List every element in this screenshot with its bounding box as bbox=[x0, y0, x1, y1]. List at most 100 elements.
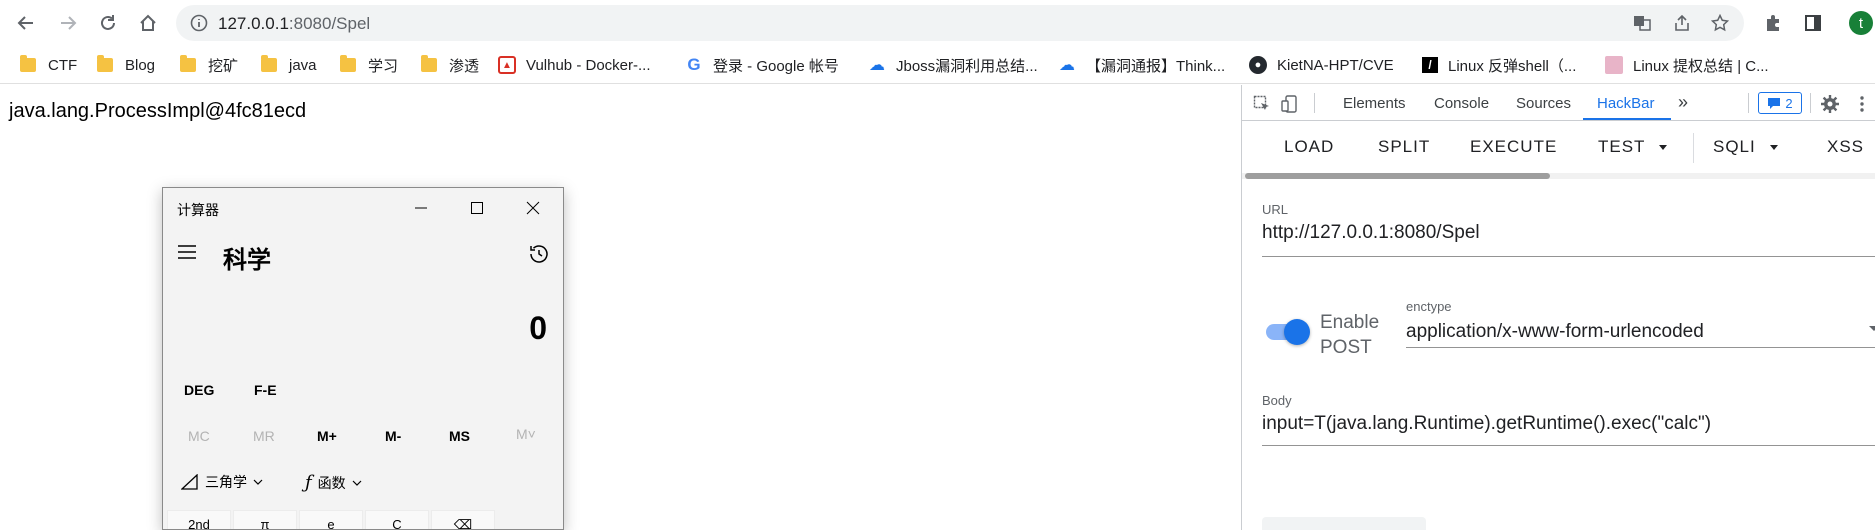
bookmark-label: 学习 bbox=[368, 57, 399, 75]
bookmark-vulhub[interactable]: ▲ Vulhub - Docker-... bbox=[498, 54, 651, 76]
bookmark-java[interactable]: java bbox=[261, 54, 317, 76]
home-icon bbox=[140, 14, 156, 31]
devtools-panel: Elements Console Sources HackBar » 2 LOA… bbox=[1241, 85, 1875, 530]
horizontal-scrollbar[interactable] bbox=[1242, 173, 1875, 179]
address-url[interactable]: 127.0.0.1:8080/Spel bbox=[218, 14, 370, 34]
bookmark-blog[interactable]: Blog bbox=[97, 54, 155, 76]
vulhub-icon: ▲ bbox=[498, 56, 516, 74]
more-options-button[interactable] bbox=[1852, 94, 1872, 114]
url-input[interactable]: http://127.0.0.1:8080/Spel bbox=[1262, 222, 1480, 244]
arrow-right-icon bbox=[61, 16, 77, 30]
reload-button[interactable] bbox=[96, 11, 120, 35]
backspace-key[interactable]: ⌫ bbox=[431, 510, 495, 529]
bookmark-github-cve[interactable]: ● KietNA-HPT/CVE bbox=[1249, 54, 1394, 76]
address-bar[interactable]: 127.0.0.1:8080/Spel bbox=[176, 5, 1744, 41]
m-plus-button[interactable]: M+ bbox=[317, 428, 337, 444]
bookmark-google-login[interactable]: G 登录 - Google 帐号 bbox=[685, 54, 839, 76]
bookmark-label: KietNA-HPT/CVE bbox=[1277, 56, 1394, 74]
url-label: URL bbox=[1262, 202, 1289, 217]
settings-button[interactable] bbox=[1820, 94, 1840, 114]
second-function-key[interactable]: 2nd bbox=[167, 510, 231, 529]
inspect-element-button[interactable] bbox=[1252, 94, 1272, 114]
mc-button[interactable]: MC bbox=[188, 428, 210, 444]
load-button[interactable]: LOAD bbox=[1284, 137, 1334, 157]
message-icon bbox=[1768, 98, 1781, 109]
tab-elements[interactable]: Elements bbox=[1343, 95, 1406, 112]
side-panel-button[interactable] bbox=[1801, 11, 1825, 35]
scrollbar-thumb[interactable] bbox=[1245, 173, 1550, 179]
bookmark-label: 挖矿 bbox=[208, 57, 239, 75]
back-button[interactable] bbox=[14, 11, 38, 35]
issues-badge[interactable]: 2 bbox=[1758, 92, 1802, 114]
folder-icon bbox=[421, 55, 437, 72]
test-dropdown[interactable]: TEST bbox=[1598, 137, 1668, 157]
history-icon[interactable] bbox=[527, 242, 551, 266]
bookmark-pentest[interactable]: 渗透 bbox=[421, 54, 479, 76]
avatar-icon bbox=[1605, 56, 1623, 74]
body-input[interactable]: input=T(java.lang.Runtime).getRuntime().… bbox=[1262, 413, 1711, 435]
enctype-select[interactable]: application/x-www-form-urlencoded bbox=[1406, 321, 1704, 343]
function-dropdown[interactable]: ƒ 函数 bbox=[305, 472, 362, 493]
hackbar-toolbar: LOAD SPLIT EXECUTE TEST SQLI XSS bbox=[1242, 121, 1875, 173]
hamburger-menu-icon[interactable] bbox=[175, 240, 199, 264]
star-icon[interactable] bbox=[1711, 14, 1729, 32]
puzzle-icon bbox=[1767, 15, 1779, 31]
maximize-icon bbox=[471, 202, 483, 214]
bookmark-thinkphp[interactable]: ☁ 【漏洞通报】Think... bbox=[1058, 54, 1225, 76]
split-button[interactable]: SPLIT bbox=[1378, 137, 1430, 157]
device-toolbar-button[interactable] bbox=[1280, 94, 1300, 114]
clear-key[interactable]: C bbox=[365, 510, 429, 529]
chevron-down-icon[interactable] bbox=[1869, 326, 1875, 331]
profile-avatar[interactable]: t bbox=[1849, 11, 1873, 35]
minimize-button[interactable] bbox=[401, 194, 441, 222]
function-f-icon: ƒ bbox=[305, 472, 312, 493]
enable-post-toggle[interactable] bbox=[1266, 315, 1310, 347]
bookmark-mining[interactable]: 挖矿 bbox=[180, 54, 238, 76]
hackbar-bottom-button[interactable] bbox=[1262, 517, 1426, 530]
extensions-button[interactable] bbox=[1761, 11, 1785, 35]
bookmark-jboss[interactable]: ☁ Jboss漏洞利用总结... bbox=[868, 54, 1038, 76]
mr-button[interactable]: MR bbox=[253, 428, 275, 444]
translate-icon[interactable] bbox=[1633, 14, 1651, 32]
xss-dropdown[interactable]: XSS bbox=[1827, 137, 1864, 157]
folder-icon bbox=[97, 55, 113, 72]
function-label: 函数 bbox=[317, 474, 346, 491]
folder-icon bbox=[180, 55, 196, 72]
tab-console[interactable]: Console bbox=[1434, 95, 1489, 112]
cloud-icon: ☁ bbox=[1059, 57, 1075, 74]
test-label: TEST bbox=[1598, 137, 1646, 156]
bookmark-study[interactable]: 学习 bbox=[340, 54, 398, 76]
side-panel-icon bbox=[1805, 15, 1821, 31]
execute-button[interactable]: EXECUTE bbox=[1470, 137, 1557, 157]
fe-button[interactable]: F-E bbox=[254, 382, 277, 398]
bookmark-linux-privesc[interactable]: Linux 提权总结 | C... bbox=[1605, 54, 1769, 76]
tab-hackbar[interactable]: HackBar bbox=[1597, 95, 1655, 112]
url-input-underline bbox=[1262, 256, 1875, 257]
enable-post-label: Enable POST bbox=[1320, 312, 1380, 358]
kebab-menu-icon bbox=[1860, 96, 1864, 112]
browser-toolbar: 127.0.0.1:8080/Spel t bbox=[0, 0, 1875, 46]
bookmark-ctf[interactable]: CTF bbox=[20, 54, 77, 76]
bookmark-label: 渗透 bbox=[449, 57, 480, 75]
trig-dropdown[interactable]: 三角学 bbox=[181, 472, 263, 492]
m-minus-button[interactable]: M- bbox=[385, 428, 401, 444]
forward-button[interactable] bbox=[56, 11, 80, 35]
tab-sources[interactable]: Sources bbox=[1516, 95, 1571, 112]
deg-button[interactable]: DEG bbox=[184, 382, 214, 398]
info-icon[interactable] bbox=[190, 14, 208, 32]
more-tabs-button[interactable]: » bbox=[1678, 92, 1688, 113]
reload-icon bbox=[101, 15, 115, 30]
sqli-dropdown[interactable]: SQLI bbox=[1713, 137, 1778, 157]
ms-button[interactable]: MS bbox=[449, 428, 470, 444]
close-button[interactable] bbox=[513, 194, 553, 222]
calculator-keypad: 2nd π e C ⌫ bbox=[163, 510, 563, 529]
tab-separator bbox=[1810, 93, 1811, 113]
bookmark-reverse-shell[interactable]: / Linux 反弹shell（... bbox=[1422, 54, 1576, 76]
memory-list-button[interactable]: M˅ bbox=[516, 426, 536, 442]
pi-key[interactable]: π bbox=[233, 510, 297, 529]
home-button[interactable] bbox=[136, 11, 160, 35]
e-key[interactable]: e bbox=[299, 510, 363, 529]
maximize-button[interactable] bbox=[457, 194, 497, 222]
share-icon[interactable] bbox=[1673, 14, 1691, 32]
calculator-window[interactable]: 计算器 科学 0 DEG F-E MC MR M+ M- MS M˅ 三角学 ƒ… bbox=[162, 187, 564, 530]
